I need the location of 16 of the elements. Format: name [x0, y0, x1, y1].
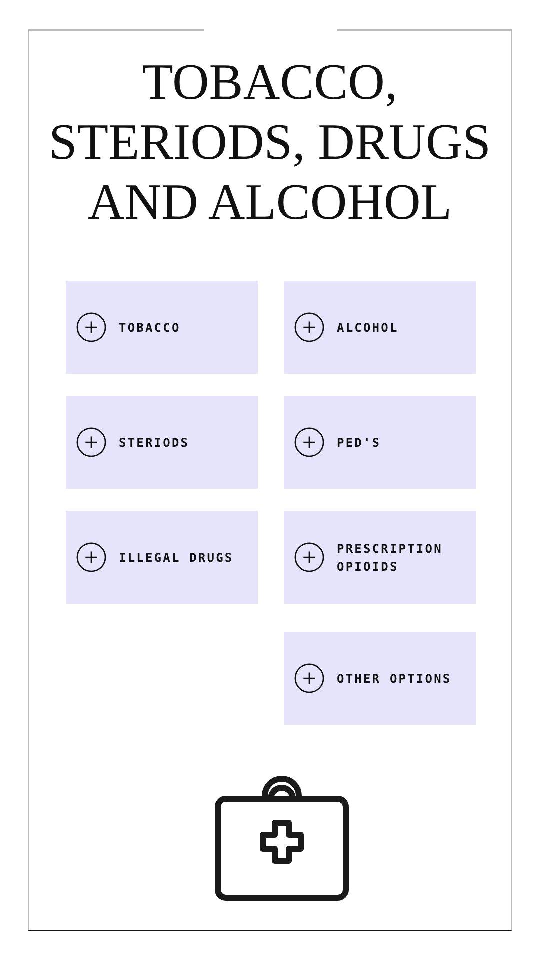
plus-circle-icon	[294, 542, 325, 573]
topic-button[interactable]: ALCOHOL	[284, 281, 476, 374]
plus-circle-icon	[294, 427, 325, 458]
topic-button[interactable]: PRESCRIPTION OPIOIDS	[284, 511, 476, 604]
plus-circle-icon	[76, 427, 107, 458]
topic-button[interactable]: OTHER OPTIONS	[284, 632, 476, 725]
plus-circle-icon	[294, 312, 325, 343]
page-title: TOBACCO, STERIODS, DRUGS AND ALCOHOL	[48, 54, 492, 233]
topic-button[interactable]: TOBACCO	[66, 281, 258, 374]
plus-circle-icon	[76, 312, 107, 343]
topic-button[interactable]: PED'S	[284, 396, 476, 489]
plus-circle-icon	[76, 542, 107, 573]
topic-button[interactable]: STERIODS	[66, 396, 258, 489]
topic-button[interactable]: ILLEGAL DRUGS	[66, 511, 258, 604]
medical-kit-icon	[215, 775, 349, 901]
plus-circle-icon	[294, 663, 325, 694]
